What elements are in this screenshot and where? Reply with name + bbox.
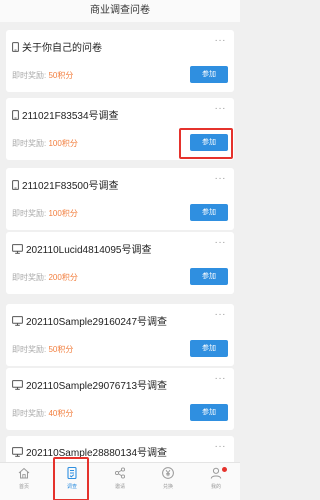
- survey-title: 202110Lucid4814095号调查: [26, 245, 152, 256]
- phone-icon: [12, 41, 19, 52]
- phone-icon: [12, 109, 19, 120]
- tab-home[interactable]: 首页: [0, 463, 48, 500]
- more-options-icon[interactable]: ···: [215, 35, 227, 46]
- reward-label: 即时奖励:: [12, 139, 47, 148]
- tab-label: 调查: [66, 484, 77, 490]
- tab-invite[interactable]: 邀请: [96, 463, 144, 500]
- reward-label: 即时奖励:: [12, 409, 47, 418]
- join-button[interactable]: 参加: [190, 268, 228, 285]
- user-icon: [209, 466, 223, 480]
- tab-label: 兑换: [162, 484, 173, 490]
- survey-card[interactable]: 关于你自己的问卷 ··· 即时奖励: 50积分 参加: [6, 30, 234, 92]
- survey-title: 202110Sample29076713号调查: [26, 381, 168, 392]
- phone-icon: [12, 179, 19, 190]
- reward-label: 即时奖励:: [12, 209, 47, 218]
- bottom-tab-bar: 首页 调查 邀请 兑换 我的: [0, 457, 240, 500]
- survey-card[interactable]: 202110Sample29076713号调查 ··· 即时奖励: 40积分 参…: [6, 368, 234, 430]
- survey-title: 关于你自己的问卷: [22, 43, 102, 54]
- reward-value: 50积分: [48, 345, 74, 354]
- reward-info: 即时奖励: 50积分: [12, 70, 73, 81]
- reward-info: 即时奖励: 100积分: [12, 208, 78, 219]
- reward-value: 100积分: [48, 139, 78, 148]
- more-options-icon[interactable]: ···: [215, 103, 227, 114]
- reward-label: 即时奖励:: [12, 71, 47, 80]
- tab-label: 我的: [210, 484, 221, 490]
- survey-title: 202110Sample29160247号调查: [26, 317, 168, 328]
- reward-info: 即时奖励: 50积分: [12, 344, 73, 355]
- survey-title: 211021F83534号调查: [22, 111, 119, 122]
- join-button[interactable]: 参加: [190, 404, 228, 421]
- reward-info: 即时奖励: 200积分: [12, 272, 78, 283]
- home-icon: [17, 466, 31, 480]
- survey-card[interactable]: 202110Lucid4814095号调查 ··· 即时奖励: 200积分 参加: [6, 232, 234, 294]
- survey-card[interactable]: 202110Sample28880134号调查 ···: [6, 436, 234, 462]
- reward-value: 50积分: [48, 71, 74, 80]
- tab-profile[interactable]: 我的: [192, 463, 240, 500]
- join-button[interactable]: 参加: [190, 66, 228, 83]
- join-button[interactable]: 参加: [190, 134, 228, 151]
- tab-survey[interactable]: 调查: [48, 463, 96, 500]
- survey-card[interactable]: 202110Sample29160247号调查 ··· 即时奖励: 50积分 参…: [6, 304, 234, 366]
- monitor-icon: [12, 315, 23, 326]
- join-button[interactable]: 参加: [190, 340, 228, 357]
- more-options-icon[interactable]: ···: [215, 237, 227, 248]
- page-title: 商业调查问卷: [90, 5, 150, 16]
- reward-label: 即时奖励:: [12, 273, 47, 282]
- reward-value: 100积分: [48, 209, 78, 218]
- more-options-icon[interactable]: ···: [215, 309, 227, 320]
- reward-info: 即时奖励: 100积分: [12, 138, 78, 149]
- yen-icon: [161, 466, 175, 480]
- survey-icon: [65, 466, 79, 480]
- more-options-icon[interactable]: ···: [215, 173, 227, 184]
- tab-redeem[interactable]: 兑换: [144, 463, 192, 500]
- survey-list[interactable]: 关于你自己的问卷 ··· 即时奖励: 50积分 参加 211021F83534号…: [0, 22, 240, 462]
- survey-card[interactable]: 211021F83534号调查 ··· 即时奖励: 100积分 参加: [6, 98, 234, 160]
- monitor-icon: [12, 446, 23, 457]
- monitor-icon: [12, 379, 23, 390]
- reward-value: 40积分: [48, 409, 74, 418]
- notification-badge: [222, 467, 227, 472]
- survey-title: 202110Sample28880134号调查: [26, 448, 168, 459]
- share-icon: [113, 466, 127, 480]
- more-options-icon[interactable]: ···: [215, 441, 227, 452]
- reward-value: 200积分: [48, 273, 78, 282]
- tab-label: 邀请: [114, 484, 125, 490]
- reward-label: 即时奖励:: [12, 345, 47, 354]
- survey-title: 211021F83500号调查: [22, 181, 119, 192]
- reward-info: 即时奖励: 40积分: [12, 408, 73, 419]
- join-button[interactable]: 参加: [190, 204, 228, 221]
- app-header: 商业调查问卷: [0, 0, 240, 22]
- more-options-icon[interactable]: ···: [215, 373, 227, 384]
- tab-label: 首页: [18, 484, 29, 490]
- monitor-icon: [12, 243, 23, 254]
- survey-card[interactable]: 211021F83500号调查 ··· 即时奖励: 100积分 参加: [6, 168, 234, 230]
